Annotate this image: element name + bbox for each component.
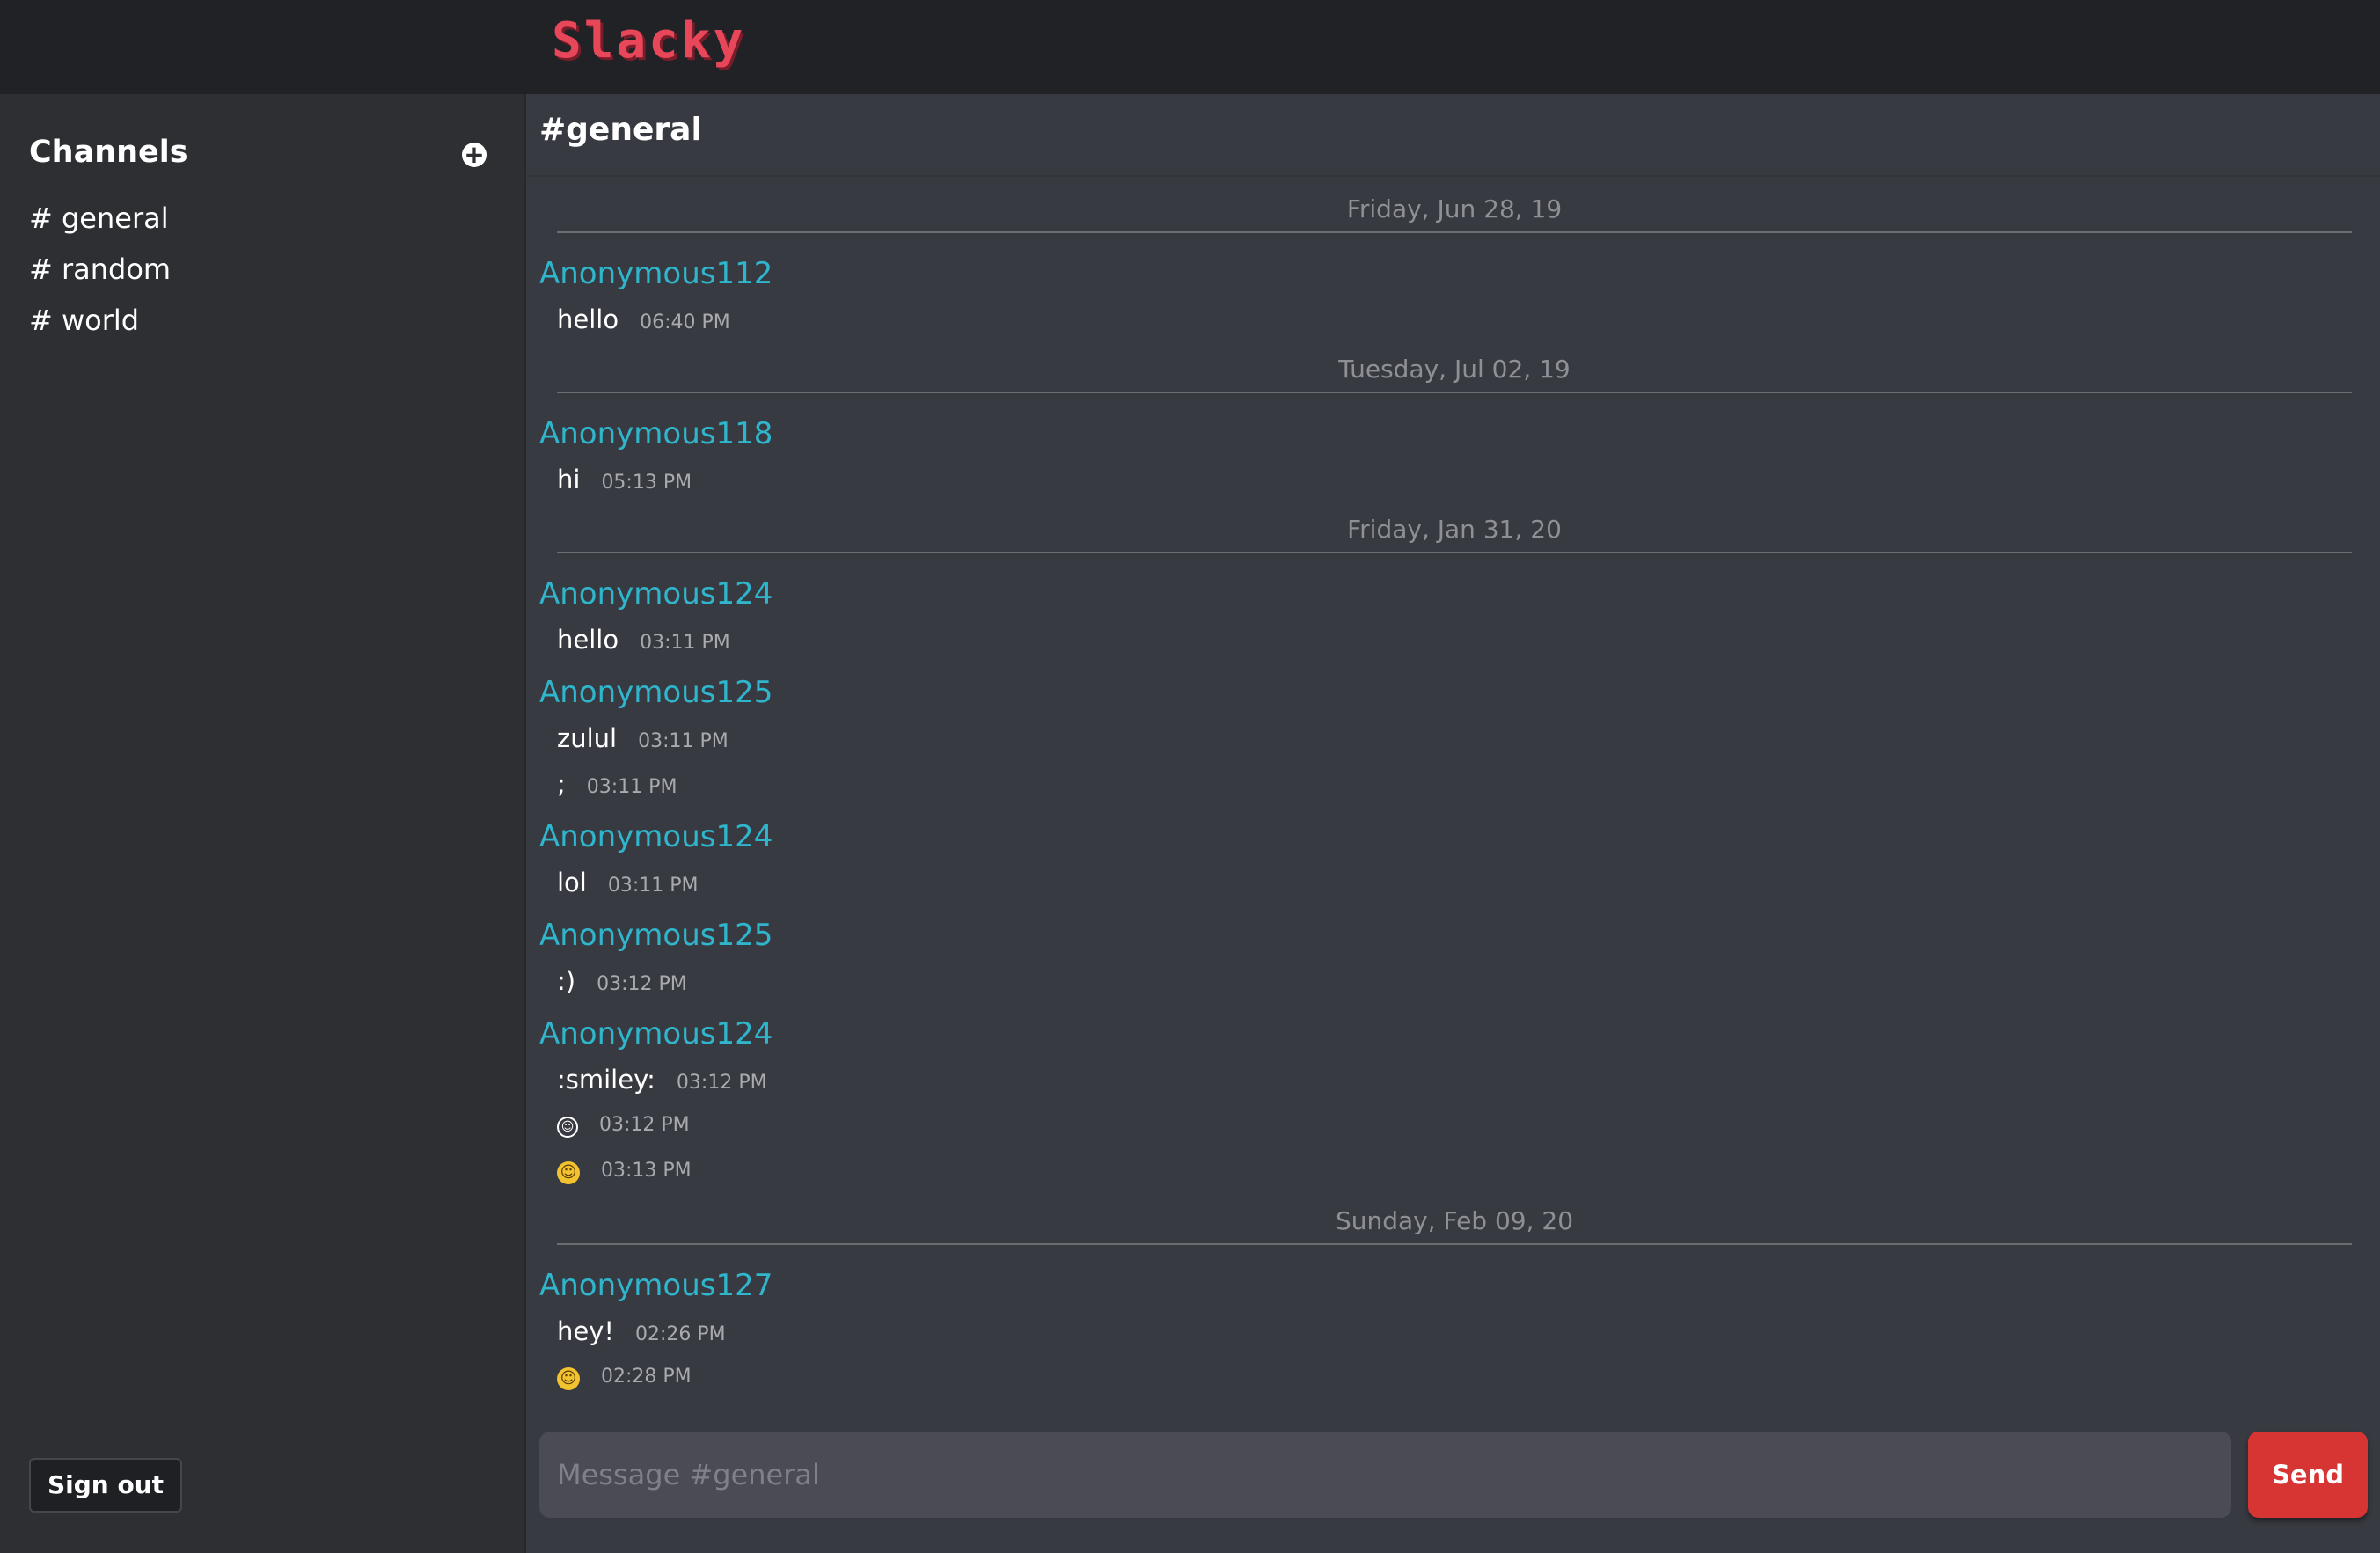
- sidebar-item-world[interactable]: # world: [29, 295, 171, 346]
- message-item: lol 03:11 PM: [539, 860, 2352, 905]
- date-divider: [557, 392, 2352, 393]
- message-text: lol: [557, 868, 587, 897]
- message-author[interactable]: Anonymous112: [539, 251, 2352, 297]
- message-author[interactable]: Anonymous125: [539, 912, 2352, 958]
- channel-list: # general # random # world: [29, 193, 171, 346]
- message-time: 03:11 PM: [638, 730, 729, 752]
- message-item: :) 03:12 PM: [539, 958, 2352, 1004]
- message-text: :): [557, 966, 576, 996]
- message-time: 05:13 PM: [601, 472, 692, 494]
- message-text: hey!: [557, 1316, 615, 1346]
- message-time: 02:28 PM: [601, 1366, 692, 1388]
- add-channel-icon[interactable]: +: [462, 143, 487, 167]
- message-item: hello 03:11 PM: [539, 617, 2352, 663]
- message-item: ☺ 03:12 PM: [539, 1102, 2352, 1148]
- message-author[interactable]: Anonymous118: [539, 411, 2352, 457]
- message-time: 03:12 PM: [597, 973, 687, 995]
- message-item: hey! 02:26 PM: [539, 1308, 2352, 1354]
- header-divider: [526, 175, 2380, 177]
- date-label: Friday, Jan 31, 20: [1347, 515, 1562, 544]
- date-label: Friday, Jun 28, 19: [1346, 194, 1563, 223]
- date-separator: Friday, Jun 28, 19: [539, 182, 2352, 244]
- sign-out-button[interactable]: Sign out: [29, 1458, 182, 1513]
- message-feed[interactable]: Friday, Jun 28, 19 Anonymous112 hello 06:…: [539, 182, 2352, 1400]
- message-time: 03:13 PM: [601, 1160, 692, 1182]
- message-item: ☺ 02:28 PM: [539, 1354, 2352, 1400]
- smiley-emoji-icon: ☺: [557, 1161, 580, 1184]
- message-item: zulul 03:11 PM: [539, 715, 2352, 761]
- app-logo: Slacky: [552, 12, 746, 70]
- message-author[interactable]: Anonymous124: [539, 1011, 2352, 1057]
- message-time: 03:11 PM: [586, 776, 677, 798]
- date-separator: Tuesday, Jul 02, 19: [539, 342, 2352, 404]
- message-text: zulul: [557, 723, 618, 753]
- message-text: hello: [557, 625, 619, 655]
- message-text: :smiley:: [557, 1065, 655, 1095]
- message-author[interactable]: Anonymous124: [539, 571, 2352, 617]
- date-divider: [557, 231, 2352, 233]
- channel-header: #general: [539, 112, 702, 148]
- top-bar: Slacky: [0, 0, 2380, 94]
- message-time: 03:12 PM: [599, 1114, 690, 1136]
- message-author[interactable]: Anonymous125: [539, 670, 2352, 715]
- date-label: Sunday, Feb 09, 20: [1335, 1206, 1574, 1235]
- message-author[interactable]: Anonymous124: [539, 814, 2352, 860]
- sidebar-item-random[interactable]: # random: [29, 244, 171, 295]
- message-input[interactable]: [539, 1432, 2231, 1518]
- message-item: ; 03:11 PM: [539, 761, 2352, 807]
- sidebar: Channels + # general # random # world Si…: [0, 94, 526, 1553]
- send-button[interactable]: Send: [2248, 1432, 2368, 1518]
- message-time: 02:26 PM: [635, 1323, 726, 1345]
- message-time: 03:11 PM: [640, 632, 730, 654]
- date-label: Tuesday, Jul 02, 19: [1338, 355, 1571, 384]
- message-text: hi: [557, 465, 581, 494]
- main-panel: #general Friday, Jun 28, 19 Anonymous112…: [526, 94, 2380, 1553]
- date-divider: [557, 552, 2352, 553]
- message-time: 06:40 PM: [640, 311, 730, 333]
- message-text: hello: [557, 304, 619, 334]
- message-time: 03:12 PM: [676, 1072, 767, 1094]
- message-text: ;: [557, 769, 566, 799]
- message-item: :smiley: 03:12 PM: [539, 1057, 2352, 1102]
- date-divider: [557, 1243, 2352, 1245]
- date-separator: Friday, Jan 31, 20: [539, 502, 2352, 564]
- channels-title: Channels: [29, 135, 188, 170]
- message-time: 03:11 PM: [607, 875, 699, 897]
- message-item: hello 06:40 PM: [539, 297, 2352, 342]
- smiley-outline-icon: ☺: [557, 1116, 578, 1138]
- date-separator: Sunday, Feb 09, 20: [539, 1194, 2352, 1256]
- smiley-emoji-icon: ☺: [557, 1366, 580, 1390]
- sidebar-item-general[interactable]: # general: [29, 193, 171, 244]
- message-item: ☺ 03:13 PM: [539, 1148, 2352, 1194]
- message-item: hi 05:13 PM: [539, 457, 2352, 502]
- message-author[interactable]: Anonymous127: [539, 1263, 2352, 1308]
